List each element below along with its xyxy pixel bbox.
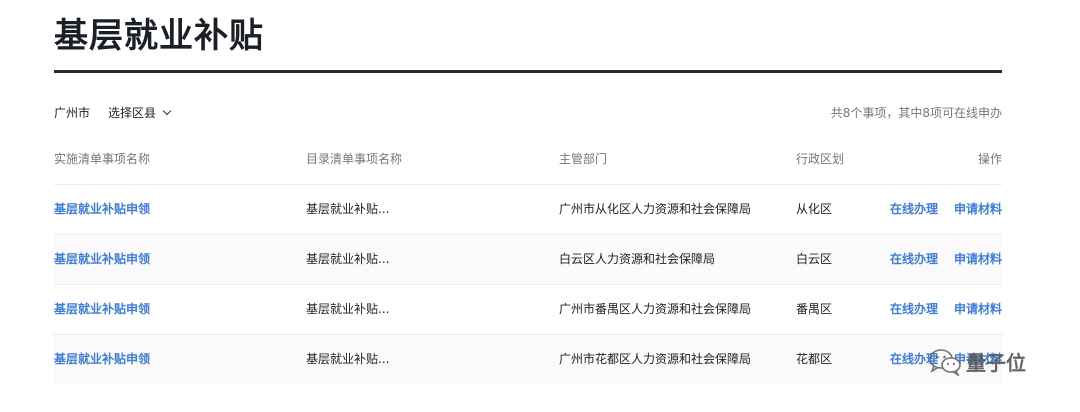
region-name: 番禺区 bbox=[796, 302, 833, 316]
catalog-name: 基层就业补贴... bbox=[306, 352, 390, 366]
column-header-department: 主管部门 bbox=[559, 152, 608, 166]
table-row: 基层就业补贴申领 基层就业补贴... 广州市番禺区人力资源和社会保障局 番禺区 … bbox=[54, 284, 1002, 334]
department-name: 白云区人力资源和社会保障局 bbox=[559, 252, 716, 266]
materials-link[interactable]: 申请材料 bbox=[954, 252, 1002, 266]
item-name-link[interactable]: 基层就业补贴申领 bbox=[54, 185, 150, 234]
result-summary: 共8个事项，其中8项可在线申办 bbox=[830, 106, 1002, 120]
row-actions: 在线办理 申请材料 bbox=[890, 285, 1002, 334]
district-select-label: 选择区县 bbox=[108, 106, 157, 120]
region-name: 白云区 bbox=[796, 252, 833, 266]
item-name-link[interactable]: 基层就业补贴申领 bbox=[54, 335, 150, 384]
title-divider bbox=[54, 70, 1002, 73]
column-header-region: 行政区划 bbox=[796, 152, 845, 166]
items-table: 实施清单事项名称 目录清单事项名称 主管部门 行政区划 操作 基层就业补贴申领 … bbox=[54, 148, 1002, 384]
filter-bar: 广州市 选择区县 共8个事项，其中8项可在线申办 bbox=[54, 102, 1002, 122]
column-header-item-name: 实施清单事项名称 bbox=[54, 152, 151, 166]
table-row: 基层就业补贴申领 基层就业补贴... 白云区人力资源和社会保障局 白云区 在线办… bbox=[54, 234, 1002, 284]
table-header: 实施清单事项名称 目录清单事项名称 主管部门 行政区划 操作 bbox=[54, 148, 1002, 184]
item-name-link[interactable]: 基层就业补贴申领 bbox=[54, 235, 150, 284]
apply-online-link[interactable]: 在线办理 bbox=[890, 202, 938, 216]
city-label[interactable]: 广州市 bbox=[54, 104, 90, 121]
row-actions: 在线办理 申请材料 bbox=[890, 185, 1002, 234]
catalog-name: 基层就业补贴... bbox=[306, 302, 390, 316]
page-title: 基层就业补贴 bbox=[54, 16, 264, 56]
catalog-name: 基层就业补贴... bbox=[306, 252, 390, 266]
department-name: 广州市从化区人力资源和社会保障局 bbox=[559, 202, 752, 216]
region-name: 从化区 bbox=[796, 202, 833, 216]
chevron-down-icon bbox=[162, 106, 172, 116]
catalog-name: 基层就业补贴... bbox=[306, 202, 390, 216]
apply-online-link[interactable]: 在线办理 bbox=[890, 302, 938, 316]
item-name-link[interactable]: 基层就业补贴申领 bbox=[54, 285, 150, 334]
table-row: 基层就业补贴申领 基层就业补贴... 广州市从化区人力资源和社会保障局 从化区 … bbox=[54, 184, 1002, 234]
materials-link[interactable]: 申请材料 bbox=[954, 202, 1002, 216]
region-name: 花都区 bbox=[796, 352, 833, 366]
department-name: 广州市花都区人力资源和社会保障局 bbox=[559, 352, 752, 366]
column-header-actions: 操作 bbox=[977, 152, 1002, 166]
table-row: 基层就业补贴申领 基层就业补贴... 广州市花都区人力资源和社会保障局 花都区 … bbox=[54, 334, 1002, 384]
district-select[interactable]: 选择区县 bbox=[108, 104, 172, 121]
row-actions: 在线办理 申请材料 bbox=[890, 235, 1002, 284]
department-name: 广州市番禺区人力资源和社会保障局 bbox=[559, 302, 752, 316]
materials-link[interactable]: 申请材料 bbox=[954, 302, 1002, 316]
column-header-catalog-name: 目录清单事项名称 bbox=[306, 152, 403, 166]
watermark-text: 量子位 bbox=[966, 351, 1026, 375]
watermark: 量子位 bbox=[928, 347, 1026, 376]
wechat-icon bbox=[928, 348, 962, 376]
apply-online-link[interactable]: 在线办理 bbox=[890, 252, 938, 266]
